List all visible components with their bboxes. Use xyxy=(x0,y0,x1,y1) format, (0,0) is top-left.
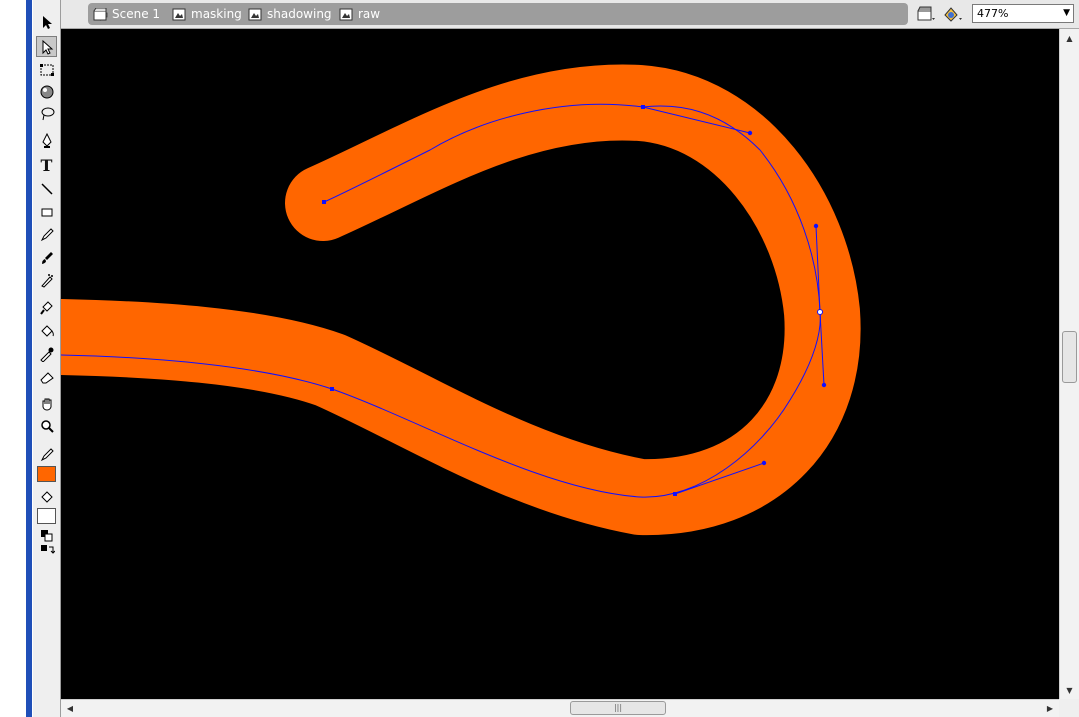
eyedropper-tool-icon[interactable] xyxy=(36,343,57,364)
breadcrumb: Scene 1 masking shadowing raw xyxy=(88,3,908,25)
edit-symbol-icon[interactable] xyxy=(942,4,964,24)
fill-color-swatch[interactable] xyxy=(37,508,56,524)
handle-point xyxy=(813,223,819,229)
edit-bar: Scene 1 masking shadowing raw 477% ▼ xyxy=(61,0,1079,29)
line-tool-icon[interactable] xyxy=(36,178,57,199)
horizontal-scrollbar[interactable]: ◀ ||| ▶ xyxy=(61,699,1059,717)
crumb-symbol-raw[interactable]: raw xyxy=(339,6,380,22)
stroke-color-pencil-icon xyxy=(36,444,57,465)
subselect-tool-icon[interactable] xyxy=(36,36,57,57)
vertical-scrollbar[interactable]: ▲ ▼ xyxy=(1059,29,1079,699)
background-window-strip xyxy=(0,0,32,717)
paint-bucket-tool-icon[interactable] xyxy=(36,320,57,341)
handle-point xyxy=(747,130,753,136)
crumb-symbol-masking-label: masking xyxy=(191,7,242,21)
edit-scene-icon[interactable] xyxy=(915,4,937,24)
hand-tool-icon[interactable] xyxy=(36,393,57,414)
spray-tool-icon[interactable] xyxy=(36,270,57,291)
crumb-scene-label: Scene 1 xyxy=(112,7,161,21)
crumb-symbol-shadowing[interactable]: shadowing xyxy=(248,6,332,22)
horizontal-scroll-thumb[interactable]: ||| xyxy=(570,701,666,715)
crumb-symbol-masking[interactable]: masking xyxy=(172,6,242,22)
rectangle-tool-icon[interactable] xyxy=(36,201,57,222)
anchor-point xyxy=(673,492,677,496)
scroll-down-icon[interactable]: ▼ xyxy=(1060,683,1079,697)
stroke-color-swatch[interactable] xyxy=(37,466,56,482)
zoom-select[interactable]: 477% ▼ xyxy=(972,4,1074,23)
selected-anchor-point xyxy=(817,309,823,315)
handle-point xyxy=(821,382,827,388)
scroll-right-icon[interactable]: ▶ xyxy=(1043,700,1057,717)
text-tool-icon[interactable]: T xyxy=(36,155,57,176)
crumb-symbol-shadowing-label: shadowing xyxy=(267,7,332,21)
fill-transform-tool-icon[interactable] xyxy=(36,81,57,102)
pen-tool-icon[interactable] xyxy=(36,130,57,151)
zoom-value: 477% xyxy=(977,7,1009,20)
crumb-symbol-raw-label: raw xyxy=(358,7,381,21)
anchor-point xyxy=(641,105,645,109)
anchor-point xyxy=(322,200,326,204)
scroll-left-icon[interactable]: ◀ xyxy=(63,700,77,717)
vertical-scroll-thumb[interactable] xyxy=(1062,331,1077,383)
black-white-icon[interactable] xyxy=(36,530,57,542)
tools-panel: T xyxy=(32,0,61,717)
stage-canvas[interactable] xyxy=(61,29,1059,699)
lasso-tool-icon[interactable] xyxy=(36,103,57,124)
eraser-tool-icon[interactable] xyxy=(36,366,57,387)
ink-bottle-tool-icon[interactable] xyxy=(36,297,57,318)
anchor-point xyxy=(330,387,334,391)
orange-stroke-shape[interactable] xyxy=(61,64,861,536)
swap-colors-icon[interactable] xyxy=(36,544,57,558)
scroll-up-icon[interactable]: ▲ xyxy=(1060,31,1079,45)
scrollbar-corner xyxy=(1059,699,1079,717)
fill-color-bucket-icon xyxy=(36,486,57,507)
arrow-tool-icon[interactable] xyxy=(36,11,57,32)
pencil-tool-icon[interactable] xyxy=(36,224,57,245)
stage-drawing[interactable] xyxy=(61,29,1059,699)
handle-point xyxy=(761,460,767,466)
crumb-scene[interactable]: Scene 1 xyxy=(93,6,160,22)
zoom-tool-icon[interactable] xyxy=(36,415,57,436)
brush-tool-icon[interactable] xyxy=(36,247,57,268)
chevron-down-icon[interactable]: ▼ xyxy=(1063,5,1070,22)
free-transform-tool-icon[interactable] xyxy=(36,59,57,80)
